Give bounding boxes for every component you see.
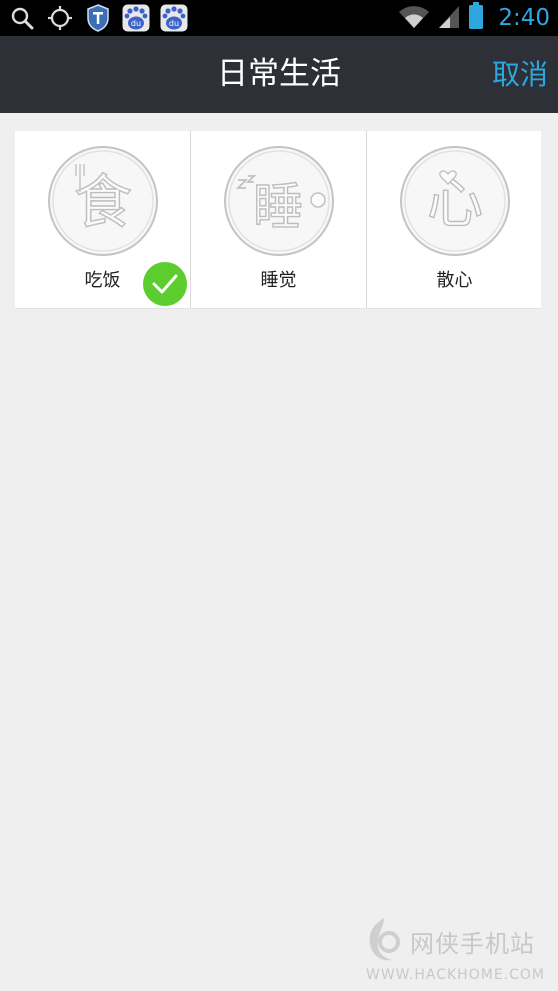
eat-medal-icon: 食 <box>48 146 158 256</box>
sleep-medal-icon: 睡 <box>224 146 334 256</box>
category-label: 睡觉 <box>260 270 297 291</box>
cancel-button[interactable]: 取消 <box>492 36 548 113</box>
baidu-icon: du <box>122 4 150 32</box>
watermark-url: WWW.HACKHOME.COM <box>366 967 545 983</box>
baidu-icon: du <box>160 4 188 32</box>
svg-text:du: du <box>131 19 141 28</box>
medal-character: 心 <box>427 171 483 236</box>
gps-icon <box>46 4 74 32</box>
category-label: 散心 <box>436 270 473 291</box>
svg-text:du: du <box>169 19 179 28</box>
battery-icon <box>468 2 484 34</box>
selected-check-icon <box>143 262 187 306</box>
search-icon <box>8 4 36 32</box>
category-sleep[interactable]: 睡 睡觉 <box>190 131 366 308</box>
notification-icons: du du <box>8 0 188 36</box>
page-title: 日常生活 <box>217 56 341 92</box>
shield-icon <box>84 4 112 32</box>
watermark-text: 网侠手机站 <box>410 930 535 958</box>
category-eat[interactable]: 食 吃饭 <box>15 131 190 308</box>
title-bar: 日常生活 取消 <box>0 36 558 113</box>
watermark: 网侠手机站 WWW.HACKHOME.COM <box>360 912 555 988</box>
wifi-icon <box>398 3 430 33</box>
signal-icon <box>438 3 460 33</box>
hackhome-logo-icon <box>369 918 400 961</box>
medal-character: 食 <box>74 168 132 236</box>
category-relax[interactable]: 心 散心 <box>366 131 542 308</box>
clock: 2:40 <box>498 5 550 31</box>
status-bar: du du 2:40 <box>0 0 558 36</box>
system-icons: 2:40 <box>398 0 550 36</box>
relax-medal-icon: 心 <box>400 146 510 256</box>
medal-character: 睡 <box>253 178 303 236</box>
category-grid: 食 吃饭 睡 睡觉 心 散心 <box>15 131 541 309</box>
